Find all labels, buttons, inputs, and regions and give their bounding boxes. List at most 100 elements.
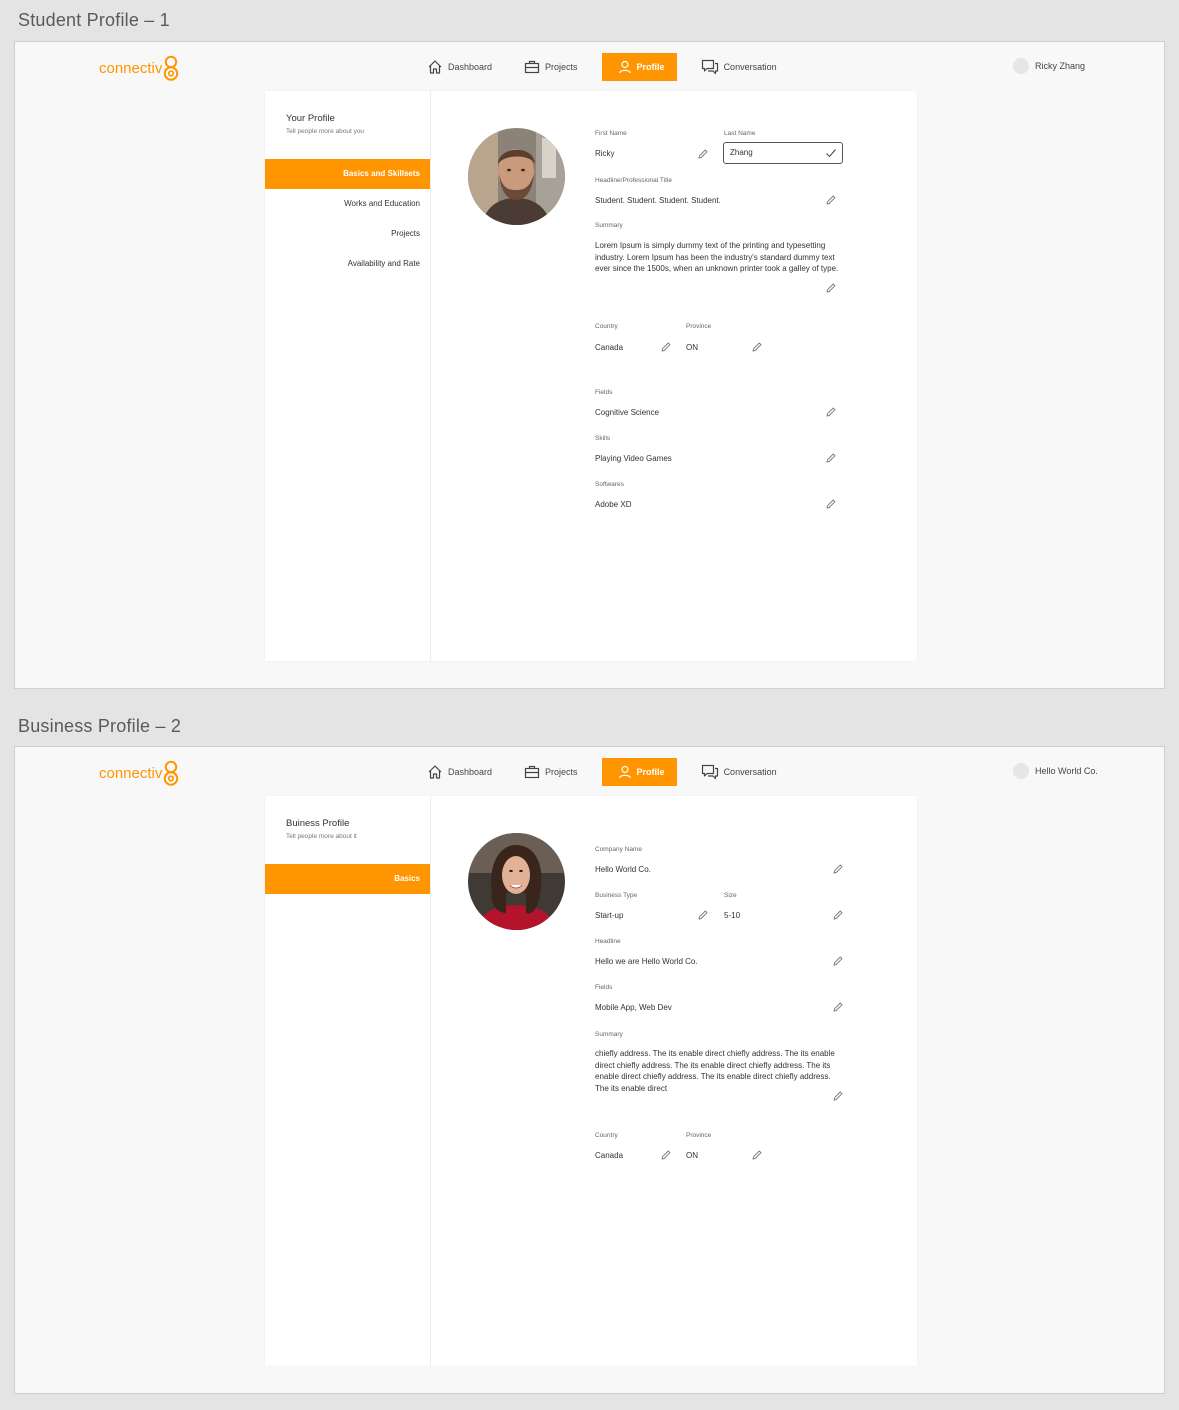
company-name-label: Company Name: [595, 846, 642, 853]
user-icon: [618, 765, 631, 779]
nav-profile[interactable]: Profile: [601, 758, 677, 786]
nav-projects[interactable]: Projects: [516, 758, 586, 786]
pencil-icon[interactable]: [825, 194, 837, 206]
country-value: Canada: [595, 1151, 624, 1160]
sidebar-item-basics[interactable]: Basics: [265, 864, 430, 894]
first-name-value: Ricky: [595, 149, 615, 158]
sidebar-item-works-and-education[interactable]: Works and Education: [265, 189, 430, 219]
company-name-value: Hello World Co.: [595, 865, 651, 874]
size-value: 5-10: [724, 911, 741, 920]
sidebar-subtitle: Tell people more about you: [286, 128, 365, 135]
nav-label: Conversation: [723, 767, 777, 777]
avatar: [1013, 58, 1029, 74]
logo[interactable]: connectiv: [99, 759, 179, 787]
nav-label: Conversation: [723, 62, 777, 72]
pencil-icon[interactable]: [751, 1149, 763, 1161]
sidebar-item-basics-and-skillsets[interactable]: Basics and Skillsets: [265, 159, 430, 189]
summary-label: Summary: [595, 222, 623, 229]
pencil-icon[interactable]: [697, 148, 709, 160]
pencil-icon[interactable]: [832, 863, 844, 875]
top-nav: Dashboard Projects Profile Conversation: [419, 53, 801, 81]
logo[interactable]: connectiv: [99, 54, 179, 82]
profile-photo-image: [468, 128, 565, 225]
sidebar-menu: Basics and Skillsets Works and Education…: [265, 159, 430, 279]
home-icon: [428, 60, 442, 74]
profile-card: Buiness Profile Tell people more about i…: [265, 796, 917, 1366]
pencil-icon[interactable]: [697, 909, 709, 921]
nav-projects[interactable]: Projects: [516, 53, 586, 81]
nav-label: Profile: [636, 62, 665, 72]
country-label: Country: [595, 323, 618, 330]
user-name: Ricky Zhang: [1035, 61, 1086, 71]
chat-icon: [701, 59, 718, 75]
pencil-icon[interactable]: [825, 282, 837, 294]
size-label: Size: [724, 892, 737, 899]
headline-value: Hello we are Hello World Co.: [595, 957, 698, 966]
home-icon: [428, 765, 442, 779]
nav-dashboard[interactable]: Dashboard: [419, 758, 500, 786]
pencil-icon[interactable]: [825, 498, 837, 510]
nav-label: Projects: [545, 767, 578, 777]
logo-text: connectiv: [99, 764, 163, 782]
pencil-icon[interactable]: [825, 406, 837, 418]
pencil-icon[interactable]: [751, 341, 763, 353]
user-menu[interactable]: Hello World Co.: [1013, 763, 1098, 779]
profile-sidebar: Buiness Profile Tell people more about i…: [265, 796, 431, 1366]
briefcase-icon: [524, 765, 540, 779]
nav-profile[interactable]: Profile: [601, 53, 677, 81]
avatar: [1013, 763, 1029, 779]
fields-value: Mobile App, Web Dev: [595, 1003, 672, 1012]
briefcase-icon: [524, 60, 540, 74]
country-value: Canada: [595, 343, 624, 352]
sidebar-item-projects[interactable]: Projects: [265, 219, 430, 249]
top-nav: Dashboard Projects Profile Conversation: [419, 758, 801, 786]
province-label: Province: [686, 1132, 712, 1139]
pencil-icon[interactable]: [660, 341, 672, 353]
province-value: ON: [686, 343, 698, 352]
student-profile-artboard: connectiv Dashboard Projects Profile Con…: [14, 41, 1165, 689]
chat-icon: [701, 764, 718, 780]
headline-value: Student. Student. Student. Student.: [595, 196, 721, 205]
nav-conversation[interactable]: Conversation: [693, 53, 785, 81]
sidebar-title: Buiness Profile: [286, 818, 350, 829]
fields-value: Cognitive Science: [595, 408, 660, 417]
fields-label: Fields: [595, 389, 613, 396]
business-type-label: Business Type: [595, 892, 638, 899]
logo-eight-icon: [164, 760, 179, 786]
pencil-icon[interactable]: [832, 955, 844, 967]
last-name-input[interactable]: Zhang: [723, 142, 843, 164]
nav-conversation[interactable]: Conversation: [693, 758, 785, 786]
check-icon[interactable]: [825, 147, 837, 159]
last-name-value: Zhang: [730, 148, 753, 157]
nav-dashboard[interactable]: Dashboard: [419, 53, 500, 81]
province-label: Province: [686, 323, 712, 330]
skills-value: Playing Video Games: [595, 454, 672, 463]
user-menu[interactable]: Ricky Zhang: [1013, 58, 1085, 74]
user-icon: [618, 60, 631, 74]
nav-label: Dashboard: [448, 62, 493, 72]
profile-sidebar: Your Profile Tell people more about you …: [265, 91, 431, 661]
sidebar-subtitle: Tell people more about it: [286, 833, 357, 840]
pencil-icon[interactable]: [832, 1090, 844, 1102]
nav-label: Projects: [545, 62, 578, 72]
fields-label: Fields: [595, 984, 613, 991]
headline-label: Headline: [595, 938, 621, 945]
softwares-label: Softwares: [595, 481, 624, 488]
headline-label: Headline/Professional Title: [595, 177, 672, 184]
sidebar-item-availability-and-rate[interactable]: Availability and Rate: [265, 249, 430, 279]
pencil-icon[interactable]: [660, 1149, 672, 1161]
country-label: Country: [595, 1132, 618, 1139]
pencil-icon[interactable]: [832, 909, 844, 921]
profile-photo[interactable]: [468, 833, 565, 930]
sidebar-title: Your Profile: [286, 113, 335, 124]
logo-eight-icon: [164, 55, 179, 81]
province-value: ON: [686, 1151, 698, 1160]
nav-label: Dashboard: [448, 767, 493, 777]
profile-photo-image: [468, 833, 565, 930]
profile-photo[interactable]: [468, 128, 565, 225]
pencil-icon[interactable]: [832, 1001, 844, 1013]
artboard-title: Student Profile – 1: [18, 10, 170, 30]
skills-label: Skills: [595, 435, 611, 442]
pencil-icon[interactable]: [825, 452, 837, 464]
first-name-label: First Name: [595, 130, 627, 137]
